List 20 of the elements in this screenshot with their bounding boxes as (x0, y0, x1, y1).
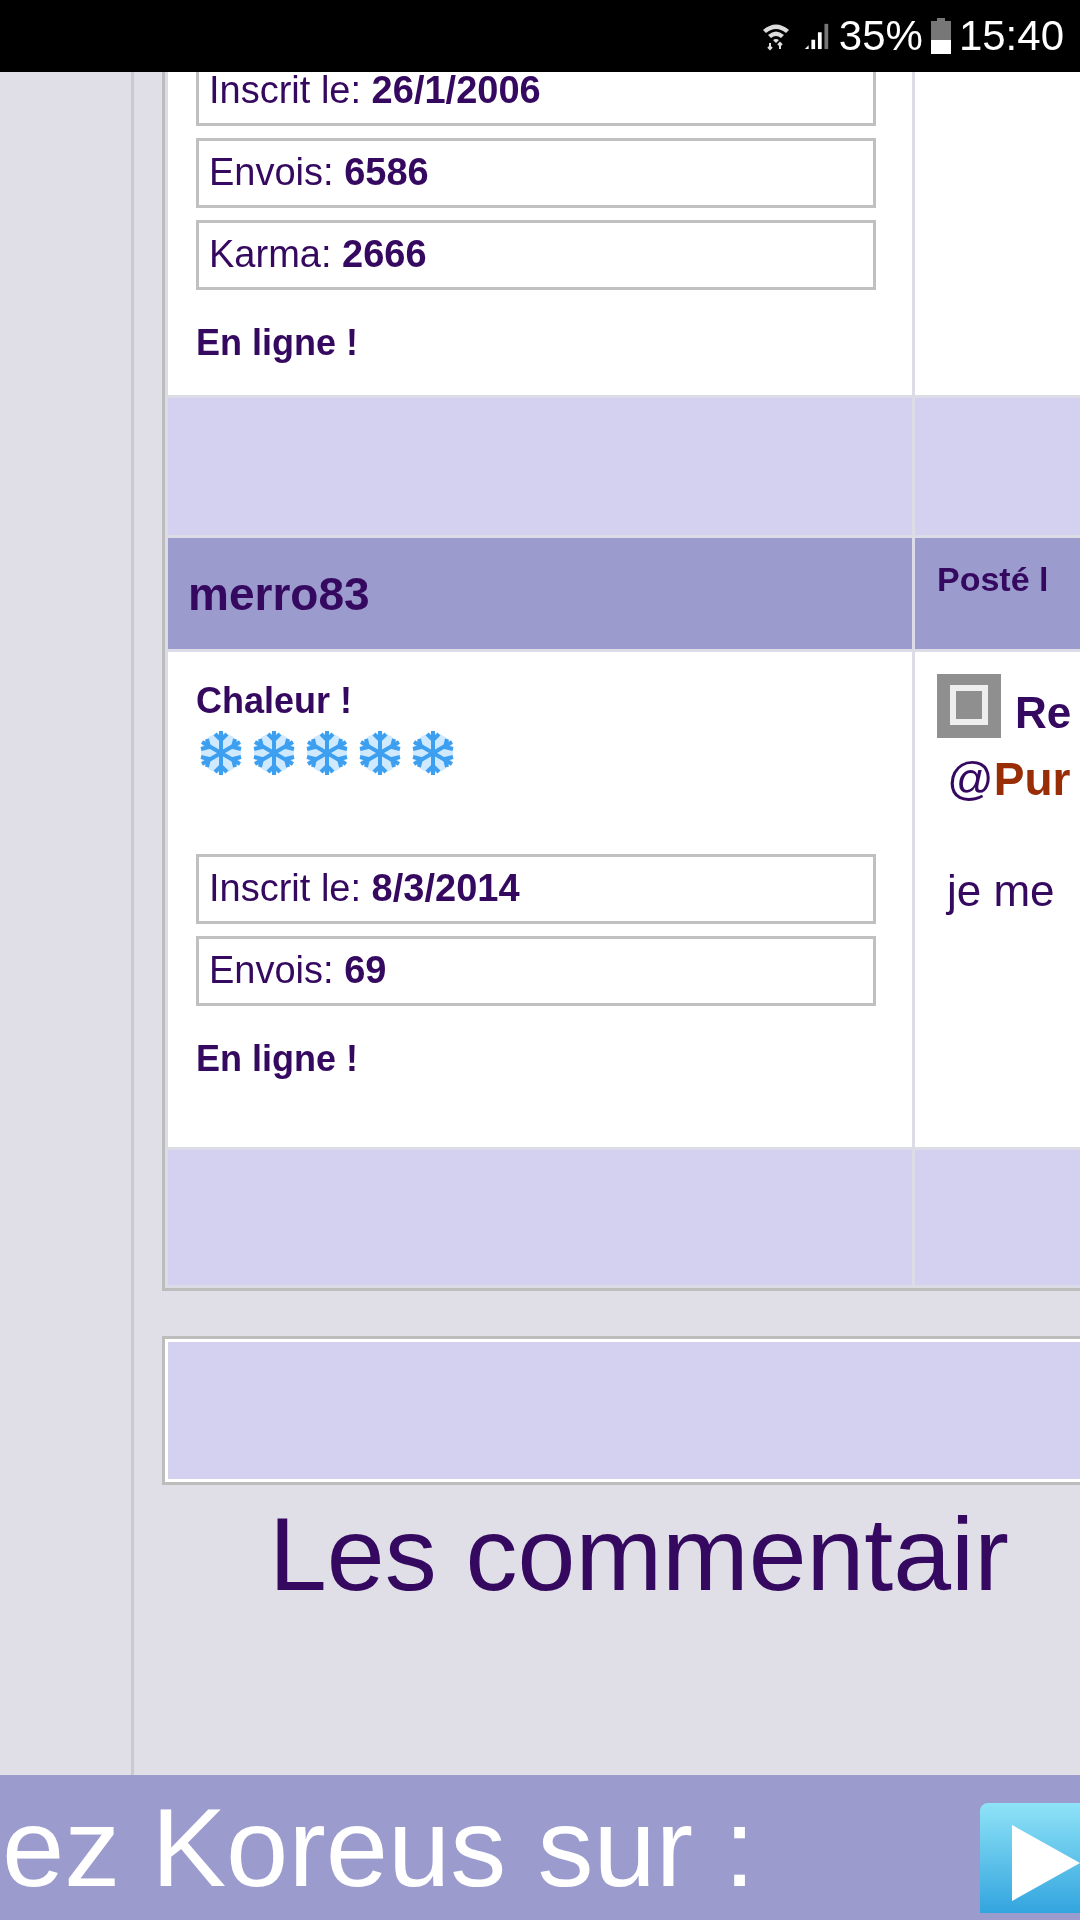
author-name[interactable]: merro83 (188, 566, 370, 621)
post-date: Posté l (937, 560, 1049, 599)
clock: 15:40 (958, 12, 1064, 60)
post-icon (937, 674, 1001, 738)
battery-level: 35% (838, 12, 923, 60)
comments-heading: Les commentair (269, 1495, 1010, 1614)
online-status: En ligne ! (196, 1038, 359, 1080)
stat-row: Inscrit le: 8/3/2014 (196, 854, 876, 924)
stat-row: Envois: 69 (196, 936, 876, 1006)
stat-row: Inscrit le: 26/1/2006 (196, 72, 876, 126)
stat-row: Karma: 2666 (196, 220, 876, 290)
banner-text: ez Koreus sur : (2, 1784, 756, 1912)
play-button[interactable] (980, 1802, 1080, 1913)
mention-text: @Pur (947, 752, 1072, 806)
user-rank: Chaleur ! (196, 680, 354, 722)
battery-icon (930, 18, 951, 54)
stat-row: Envois: 6586 (196, 138, 876, 208)
post-body: je me (947, 866, 1056, 916)
post-title: Re (1015, 688, 1072, 738)
online-status: En ligne ! (196, 322, 359, 364)
